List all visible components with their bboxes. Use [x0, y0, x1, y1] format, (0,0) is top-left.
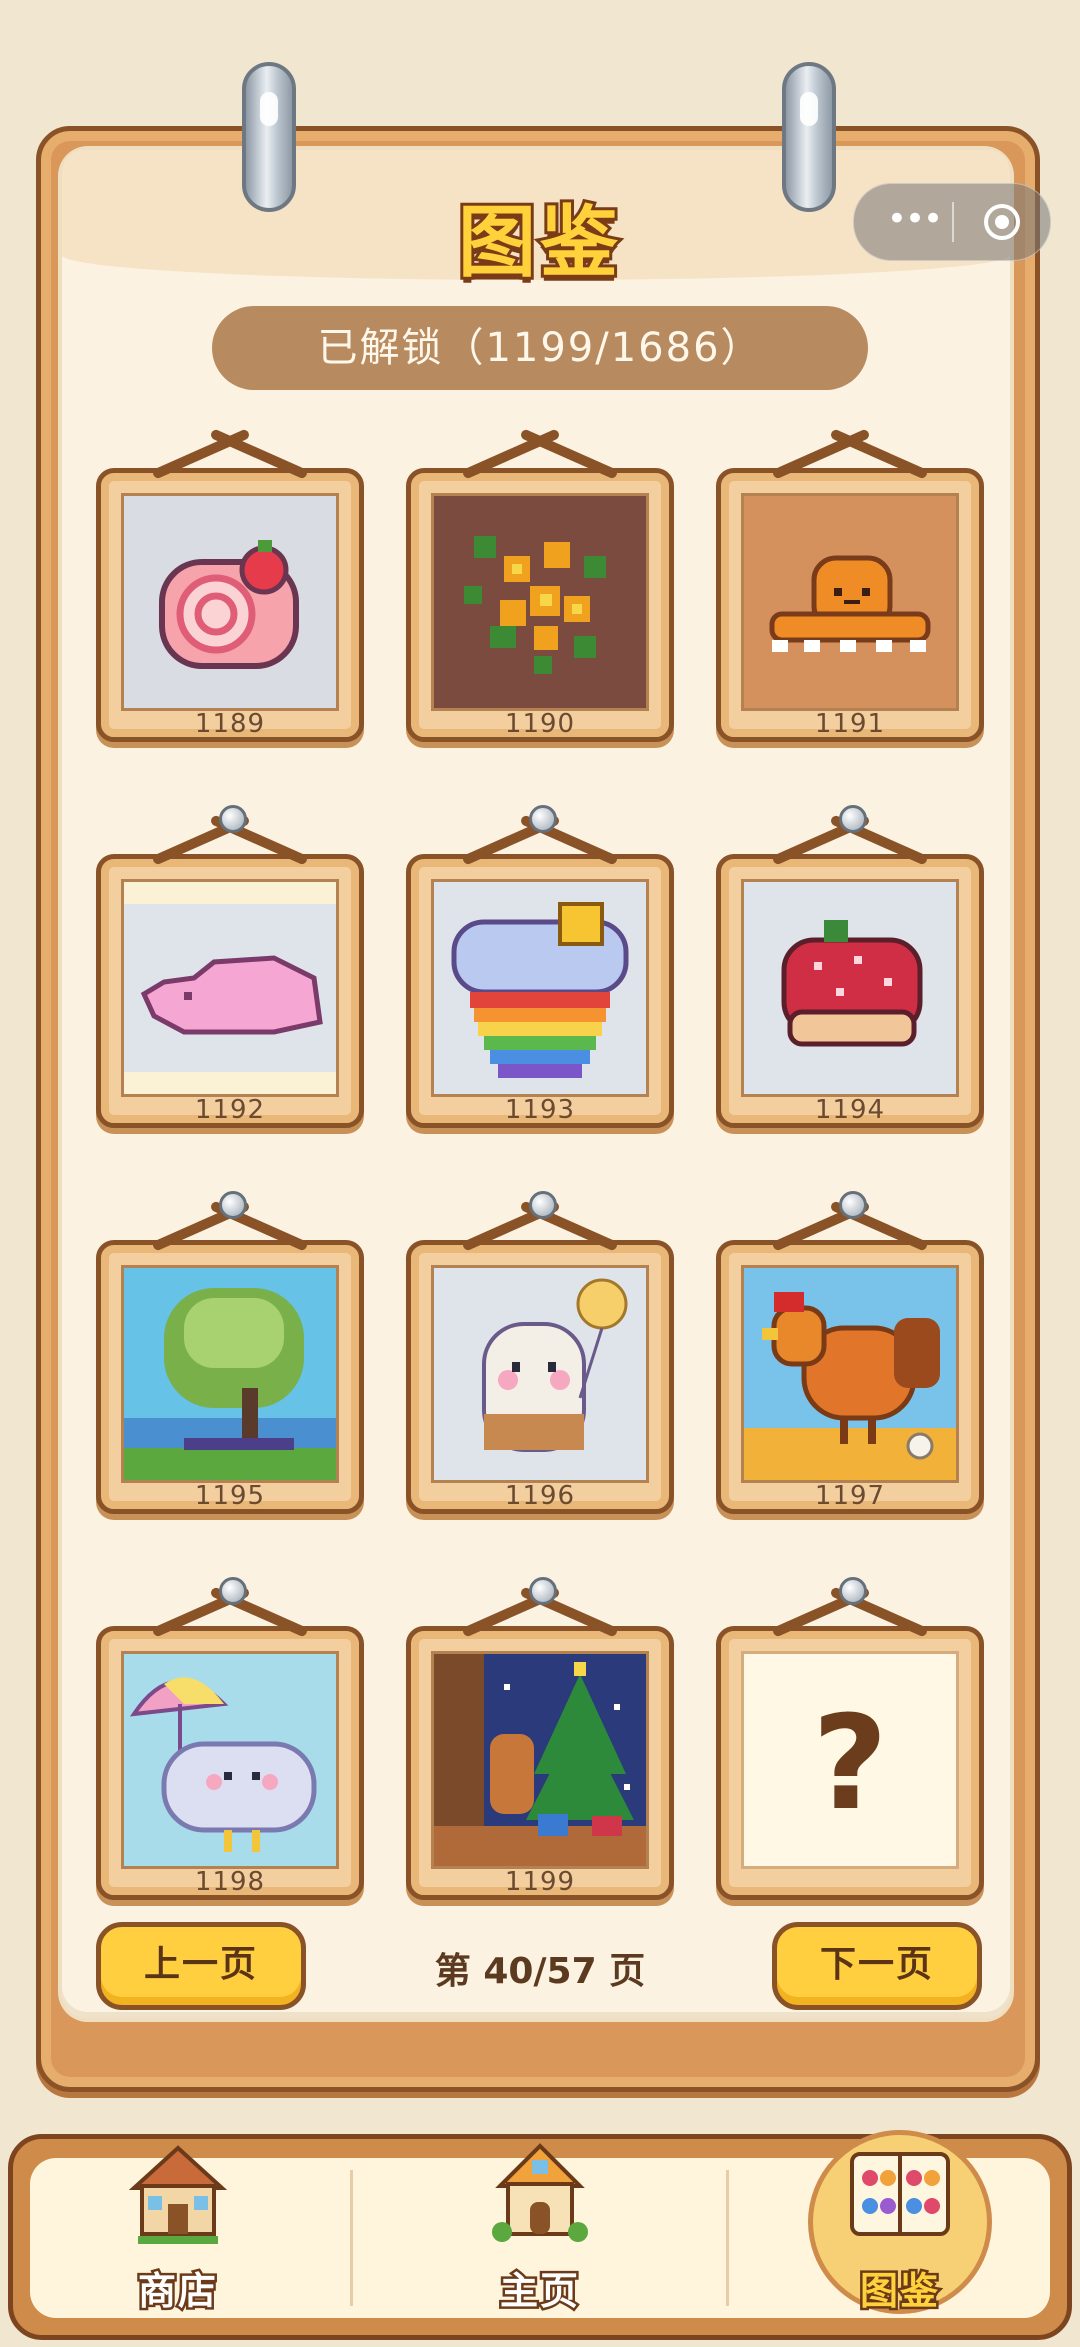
artwork-tree	[121, 1265, 339, 1483]
miniprogram-capsule: •••	[853, 183, 1051, 261]
gallery-item[interactable]: 1191	[716, 468, 984, 742]
tab-divider	[726, 2170, 729, 2306]
item-number: 1194	[814, 1095, 886, 1125]
artwork-flowers	[431, 493, 649, 711]
next-page-button[interactable]: 下一页	[772, 1922, 982, 2010]
hanger-pin	[219, 805, 247, 833]
unlock-progress-pill: 已解锁（1199/1686）	[212, 306, 868, 390]
gallery-item[interactable]: 1189	[96, 468, 364, 742]
tab-home[interactable]: 主页	[420, 2140, 660, 2340]
artwork-cat-christmas-tree	[431, 1651, 649, 1869]
item-number: 1199	[504, 1867, 576, 1897]
artwork-cloud-umbrella	[121, 1651, 339, 1869]
home-cottage-icon	[480, 2140, 600, 2250]
gallery-item[interactable]: 1195	[96, 1191, 364, 1514]
gallery-item[interactable]: 1194	[716, 805, 984, 1128]
tab-home-label: 主页	[497, 2267, 580, 2316]
tab-gallery[interactable]: 图鉴	[780, 2140, 1020, 2340]
hanger-string	[465, 427, 615, 477]
gallery-item[interactable]: 1199	[406, 1577, 674, 1900]
item-number: 1196	[504, 1481, 576, 1511]
gallery-item[interactable]: 1190	[406, 468, 674, 742]
artwork-strawberry-tart	[741, 879, 959, 1097]
artwork-rainbow-cupcake	[431, 879, 649, 1097]
hanger-pin	[839, 805, 867, 833]
hanger-pin	[529, 1191, 557, 1219]
artwork-rooster	[741, 1265, 959, 1483]
shop-house-icon	[118, 2140, 238, 2250]
prev-page-button[interactable]: 上一页	[96, 1922, 306, 2010]
item-number: 1191	[814, 709, 886, 739]
artwork-pink-creature	[121, 879, 339, 1097]
item-number: 1198	[194, 1867, 266, 1897]
gallery-item[interactable]: 1196	[406, 1191, 674, 1514]
close-target-icon[interactable]	[984, 204, 1020, 240]
item-number: 1189	[194, 709, 266, 739]
hanger-pin	[219, 1191, 247, 1219]
gallery-item[interactable]: 1192	[96, 805, 364, 1128]
gallery-item[interactable]: 1198	[96, 1577, 364, 1900]
hanger-pin	[529, 805, 557, 833]
artwork-ghost-balloon	[431, 1265, 649, 1483]
artwork-swiss-roll	[121, 493, 339, 711]
gallery-item[interactable]: 1197	[716, 1191, 984, 1514]
gallery-item-locked[interactable]: ?	[716, 1577, 984, 1900]
hanger-pin	[219, 1577, 247, 1605]
flower-book-icon	[840, 2140, 960, 2250]
more-menu-button[interactable]: •••	[884, 184, 944, 260]
locked-question-icon: ?	[741, 1651, 959, 1869]
hanger-pin	[839, 1191, 867, 1219]
capsule-divider	[952, 202, 954, 242]
hanger-pin	[529, 1577, 557, 1605]
gallery-item[interactable]: 1193	[406, 805, 674, 1128]
item-number: 1195	[194, 1481, 266, 1511]
hanger-string	[155, 427, 305, 477]
artwork-octopus	[741, 493, 959, 711]
item-number: 1193	[504, 1095, 576, 1125]
item-number: 1192	[194, 1095, 266, 1125]
tab-divider	[350, 2170, 353, 2306]
item-number: 1190	[504, 709, 576, 739]
tab-gallery-label: 图鉴	[857, 2267, 940, 2316]
page-indicator: 第 40/57 页	[434, 1951, 646, 1992]
hanger-string	[775, 427, 925, 477]
item-number: 1197	[814, 1481, 886, 1511]
hanger-pin	[839, 1577, 867, 1605]
tab-shop-label: 商店	[135, 2267, 218, 2316]
tab-shop[interactable]: 商店	[58, 2140, 298, 2340]
